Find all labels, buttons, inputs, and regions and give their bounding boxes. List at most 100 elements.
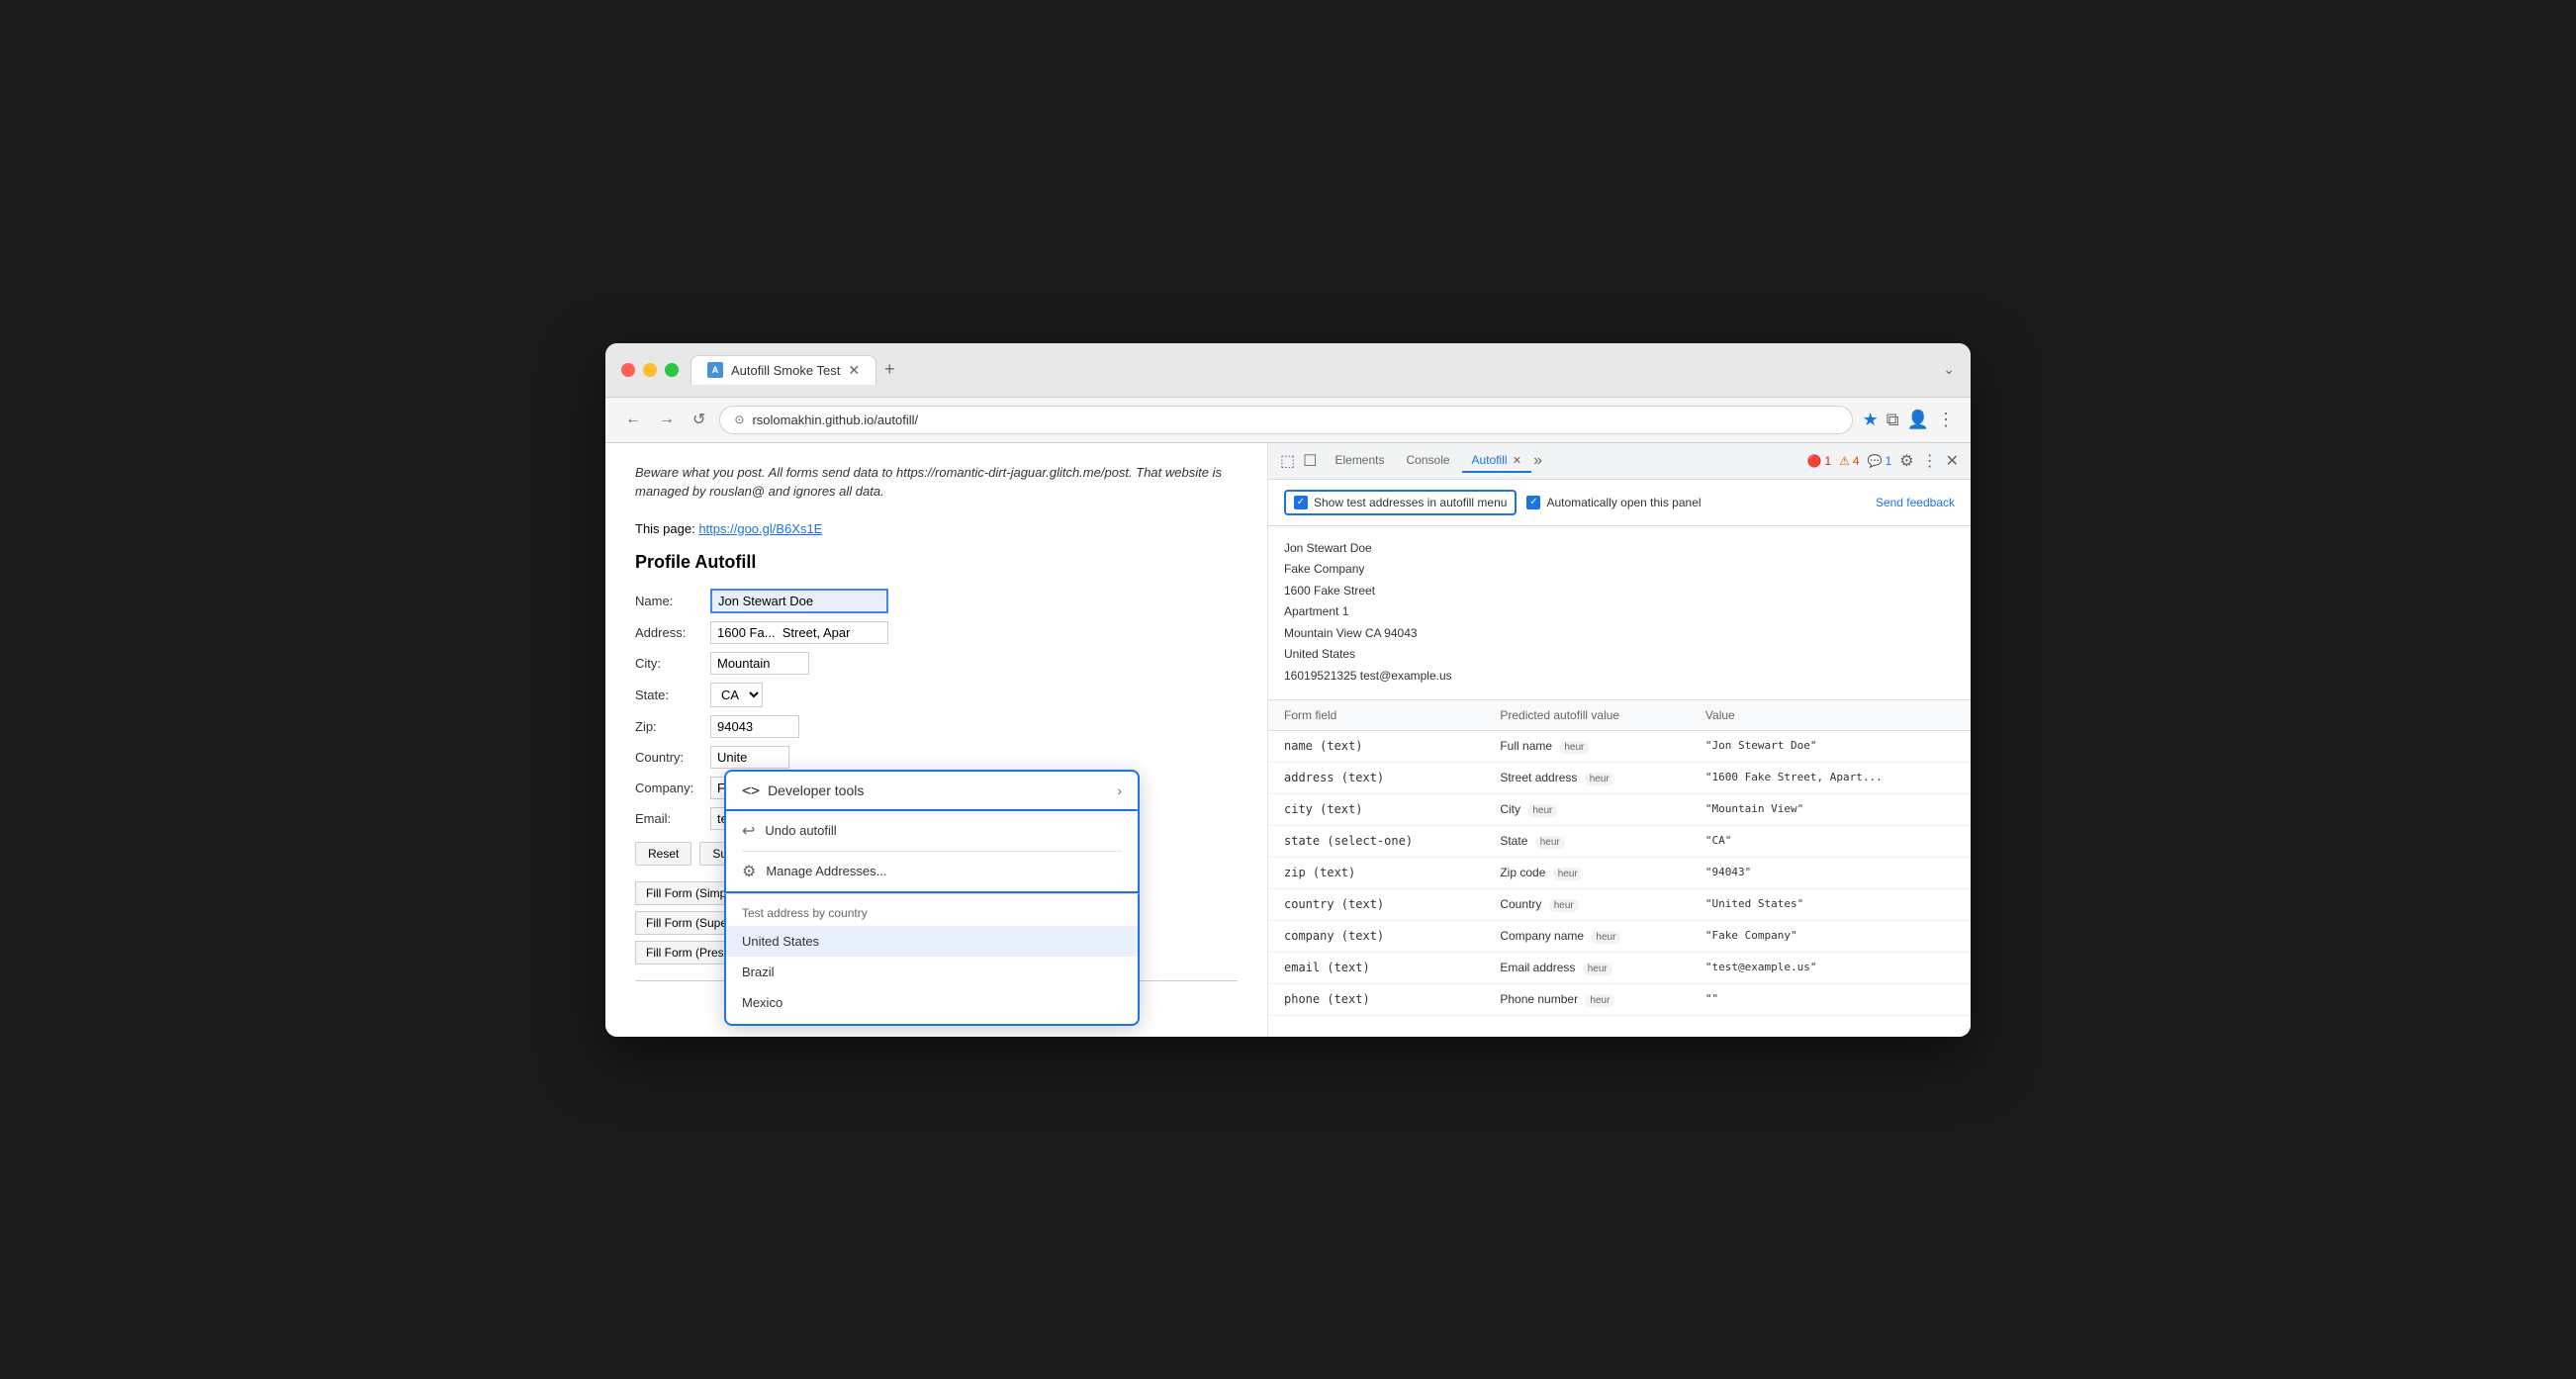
heur-badge: heur — [1591, 931, 1620, 944]
autofill-tab-close[interactable]: ✕ — [1513, 455, 1521, 467]
comment-count[interactable]: 💬 1 — [1868, 454, 1892, 468]
form-city-row: City: — [635, 652, 1238, 675]
heur-badge: heur — [1535, 836, 1565, 849]
window-dropdown-icon[interactable]: ⌄ — [1943, 361, 1955, 378]
address-text: rsolomakhin.github.io/autofill/ — [752, 413, 1837, 427]
heur-badge: heur — [1583, 963, 1612, 975]
minimize-button[interactable] — [643, 363, 657, 377]
table-row: country (text)Country heur"United States… — [1268, 888, 1971, 920]
predicted-cell: Email address heur — [1484, 952, 1690, 983]
devtools-close-icon[interactable]: ✕ — [1946, 451, 1959, 471]
country-item-mexico[interactable]: Mexico — [726, 987, 1138, 1018]
elements-tab[interactable]: Elements — [1325, 449, 1394, 473]
warning-text: Beware what you post. All forms send dat… — [635, 463, 1238, 502]
browser-window: A Autofill Smoke Test ✕ + ⌄ ← → ↺ ⊙ rsol… — [605, 343, 1971, 1037]
autofill-tab[interactable]: Autofill ✕ — [1462, 449, 1532, 473]
refresh-button[interactable]: ↺ — [689, 406, 709, 433]
heur-badge: heur — [1585, 773, 1614, 785]
autofill-dropdown: <> Developer tools › ↩ Undo autofill ⚙ M… — [724, 770, 1140, 1026]
active-tab[interactable]: A Autofill Smoke Test ✕ — [690, 355, 876, 385]
predicted-cell: Zip code heur — [1484, 857, 1690, 888]
zip-label: Zip: — [635, 719, 704, 734]
field-cell: email (text) — [1268, 952, 1484, 983]
show-test-addresses-checkbox[interactable]: ✓ — [1294, 496, 1308, 509]
forward-button[interactable]: → — [655, 407, 679, 432]
field-cell: state (select-one) — [1268, 825, 1484, 857]
value-cell: "1600 Fake Street, Apart... — [1690, 762, 1971, 793]
warning-count[interactable]: ⚠ 4 — [1839, 454, 1859, 468]
auto-open-checkbox[interactable]: ✓ — [1526, 496, 1540, 509]
back-button[interactable]: ← — [621, 407, 645, 432]
city-input[interactable] — [710, 652, 809, 675]
browser-content: Beware what you post. All forms send dat… — [605, 443, 1971, 1037]
more-menu-icon[interactable]: ⋮ — [1937, 410, 1955, 430]
comment-icon: 💬 — [1868, 454, 1883, 468]
field-cell: country (text) — [1268, 888, 1484, 920]
field-cell: zip (text) — [1268, 857, 1484, 888]
devtools-panel: ⬚ ☐ Elements Console Autofill ✕ » 🔴 1 — [1268, 443, 1971, 1037]
country-item-brazil[interactable]: Brazil — [726, 957, 1138, 987]
predicted-cell: Phone number heur — [1484, 983, 1690, 1015]
reset-button[interactable]: Reset — [635, 842, 691, 866]
country-item-us[interactable]: United States — [726, 926, 1138, 957]
title-bar: A Autofill Smoke Test ✕ + ⌄ — [605, 343, 1971, 398]
page-link-url[interactable]: https://goo.gl/B6Xs1E — [698, 521, 822, 536]
address-security-icon: ⊙ — [734, 413, 744, 426]
predicted-cell: State heur — [1484, 825, 1690, 857]
device-emulation-icon[interactable]: ☐ — [1303, 451, 1317, 471]
traffic-lights — [621, 363, 679, 377]
country-input[interactable] — [710, 746, 789, 769]
close-button[interactable] — [621, 363, 635, 377]
address-line-2: Fake Company — [1284, 559, 1955, 581]
table-row: name (text)Full name heur"Jon Stewart Do… — [1268, 730, 1971, 762]
zip-input[interactable] — [710, 715, 799, 738]
dropdown-section: ↩ Undo autofill ⚙ Manage Addresses... — [724, 811, 1140, 893]
field-cell: city (text) — [1268, 793, 1484, 825]
panel-select-icon[interactable]: ⬚ — [1280, 451, 1295, 471]
table-row: address (text)Street address heur"1600 F… — [1268, 762, 1971, 793]
developer-tools-icon: <> — [742, 781, 760, 799]
address-line-5: Mountain View CA 94043 — [1284, 623, 1955, 645]
devtools-more-icon[interactable]: ⋮ — [1922, 451, 1938, 471]
manage-addresses-item[interactable]: ⚙ Manage Addresses... — [726, 852, 1138, 891]
dropdown-header-label: Developer tools — [768, 782, 1109, 798]
name-input[interactable] — [710, 589, 888, 613]
nav-actions: ★ ⧉ 👤 ⋮ — [1863, 410, 1955, 430]
tab-close-icon[interactable]: ✕ — [848, 362, 860, 379]
send-feedback-link[interactable]: Send feedback — [1876, 496, 1955, 509]
dropdown-chevron-icon: › — [1117, 782, 1122, 798]
value-cell: "Mountain View" — [1690, 793, 1971, 825]
country-section: Test address by country United States Br… — [724, 893, 1140, 1026]
state-select[interactable]: CA — [710, 683, 763, 707]
predicted-cell: Full name heur — [1484, 730, 1690, 762]
dropdown-header[interactable]: <> Developer tools › — [724, 770, 1140, 811]
page-link: This page: https://goo.gl/B6Xs1E — [635, 521, 1238, 536]
field-cell: name (text) — [1268, 730, 1484, 762]
extension-icon[interactable]: ⧉ — [1886, 410, 1899, 430]
console-tab[interactable]: Console — [1397, 449, 1460, 473]
autofill-table: Form field Predicted autofill value Valu… — [1268, 700, 1971, 1037]
nav-bar: ← → ↺ ⊙ rsolomakhin.github.io/autofill/ … — [605, 398, 1971, 443]
devtools-header: ✓ Show test addresses in autofill menu ✓… — [1268, 480, 1971, 526]
dt-status-bar: 🔴 1 ⚠ 4 💬 1 ⚙ ⋮ ✕ — [1807, 451, 1959, 471]
address-line-7: 16019521325 test@example.us — [1284, 666, 1955, 688]
company-label: Company: — [635, 781, 704, 795]
address-line-1: Jon Stewart Doe — [1284, 538, 1955, 560]
col-value: Value — [1690, 700, 1971, 731]
address-line-4: Apartment 1 — [1284, 601, 1955, 623]
error-count[interactable]: 🔴 1 — [1807, 454, 1832, 468]
address-bar[interactable]: ⊙ rsolomakhin.github.io/autofill/ — [719, 406, 1852, 434]
predicted-cell: City heur — [1484, 793, 1690, 825]
profile-icon[interactable]: 👤 — [1907, 410, 1929, 430]
more-tabs-icon[interactable]: » — [1533, 452, 1542, 470]
new-tab-button[interactable]: + — [884, 359, 895, 380]
maximize-button[interactable] — [665, 363, 679, 377]
address-input[interactable] — [710, 621, 888, 644]
country-label: Country: — [635, 750, 704, 765]
settings-icon[interactable]: ⚙ — [1899, 451, 1913, 471]
main-page: Beware what you post. All forms send dat… — [605, 443, 1268, 1037]
address-info: Jon Stewart Doe Fake Company 1600 Fake S… — [1268, 526, 1971, 700]
bookmark-icon[interactable]: ★ — [1863, 410, 1879, 430]
tab-bar: A Autofill Smoke Test ✕ + — [690, 355, 1931, 385]
undo-autofill-item[interactable]: ↩ Undo autofill — [726, 811, 1138, 851]
